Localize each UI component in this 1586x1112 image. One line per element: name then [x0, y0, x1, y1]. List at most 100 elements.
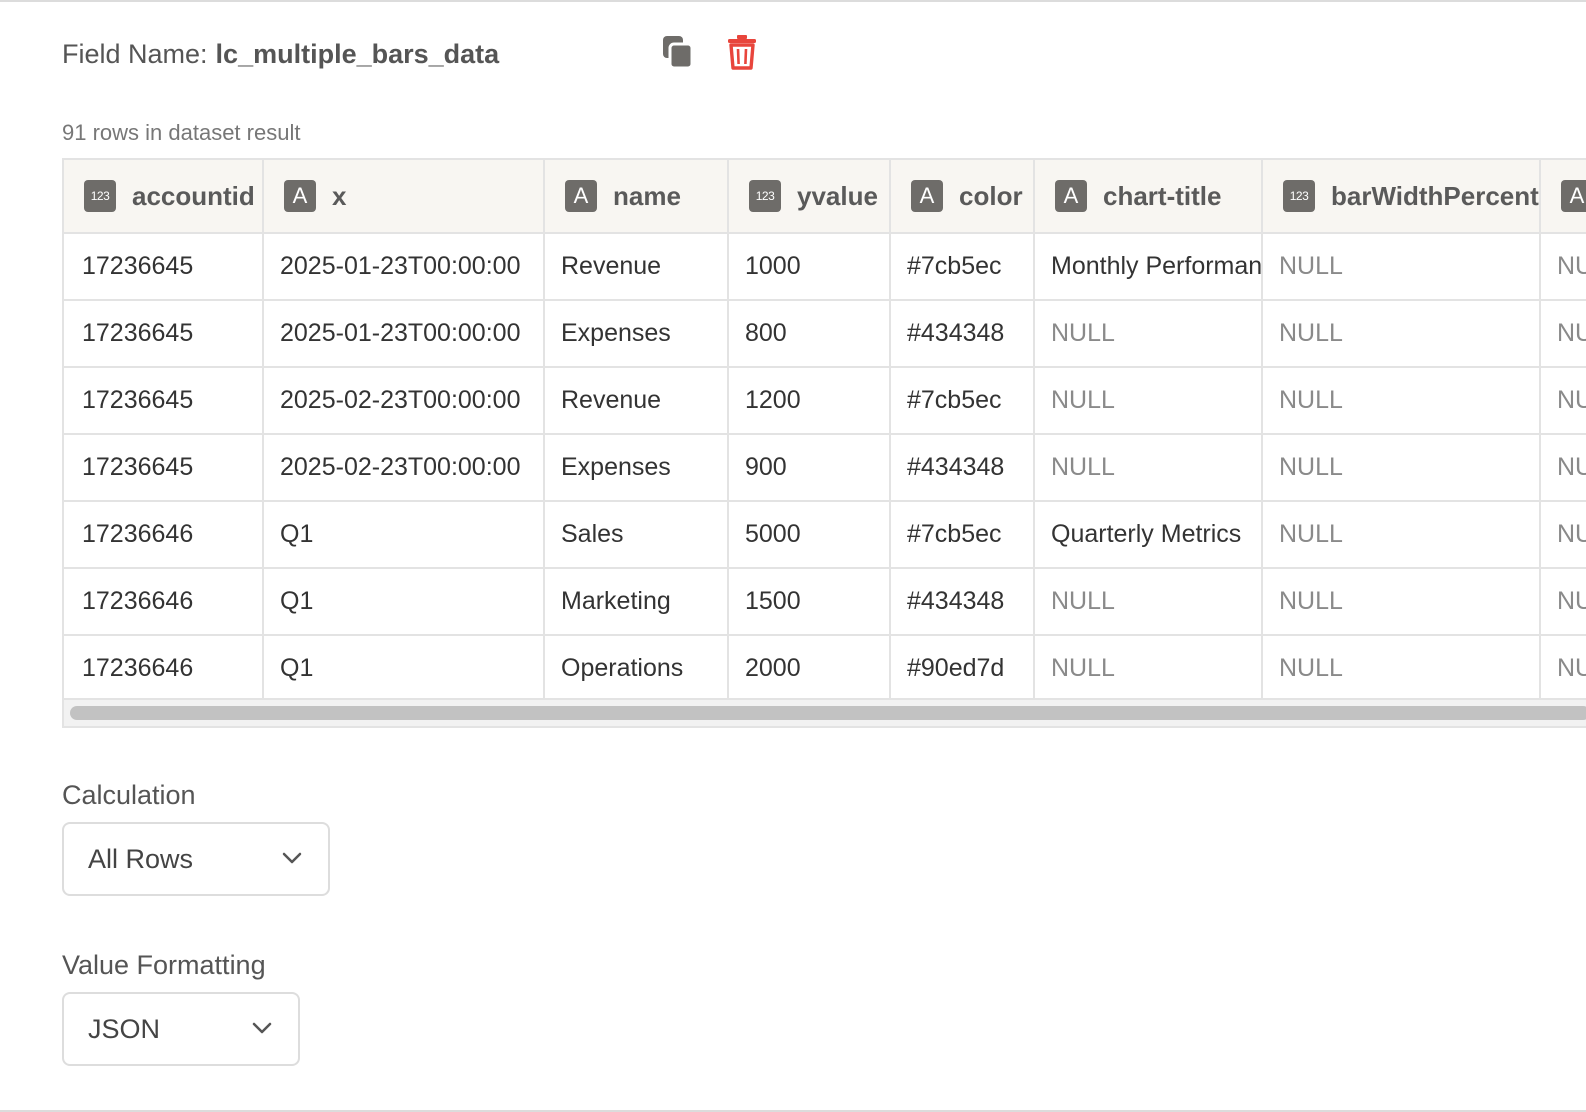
horizontal-scrollbar[interactable]	[64, 698, 1586, 726]
table-cell: Operations	[544, 635, 729, 703]
column-header-content: 123 yvalue	[749, 180, 888, 212]
delete-field-button[interactable]	[722, 32, 762, 72]
column-header-content: 123 accountid	[84, 180, 261, 212]
column-header[interactable]: Ax	[263, 158, 545, 234]
column-header-label: chart-title	[1103, 180, 1222, 211]
table-cell: 17236645	[64, 367, 264, 435]
table-cell: Marketing	[544, 568, 729, 636]
table-cell: #434348	[890, 434, 1035, 502]
table-cell: 1000	[728, 233, 891, 301]
table-body: 17236645 2025-01-23T00:00:00 Revenue 1000 #7…	[64, 233, 1586, 703]
table-cell: Monthly Performance	[1034, 233, 1263, 301]
column-header-label: barWidthPercent	[1331, 180, 1539, 211]
dataset-table-container[interactable]: 123 accountid Ax Aname 123 yvalue Acolor Achart…	[62, 158, 1586, 728]
table-cell: 5000	[728, 501, 891, 569]
table-cell: NULL	[1262, 233, 1541, 301]
column-header-label: name	[613, 180, 681, 211]
table-cell: Sales	[544, 501, 729, 569]
formatting-selected-value: JSON	[88, 1013, 161, 1044]
column-header-label: x	[332, 180, 347, 211]
table-cell: NULL	[1262, 568, 1541, 636]
column-header[interactable]: A	[1540, 158, 1586, 234]
table-cell: NULL	[1540, 501, 1586, 569]
table-header-row: 123 accountid Ax Aname 123 yvalue Acolor Achart…	[64, 158, 1586, 234]
table-cell: NULL	[1540, 367, 1586, 435]
column-header[interactable]: Acolor	[890, 158, 1035, 234]
table-row: 17236646 Q1 Sales 5000 #7cb5ec Quarterly Metr…	[64, 501, 1586, 569]
number-type-icon: 123	[84, 180, 116, 212]
table-cell: NULL	[1540, 568, 1586, 636]
number-type-icon: 123	[749, 180, 781, 212]
column-header[interactable]: 123 barWidthPercent	[1262, 158, 1541, 234]
table-cell: Revenue	[544, 367, 729, 435]
table-row: 17236645 2025-02-23T00:00:00 Expenses 900 #4…	[64, 434, 1586, 502]
table-cell: 17236645	[64, 233, 264, 301]
table-cell: NULL	[1540, 300, 1586, 368]
table-cell: NULL	[1034, 367, 1263, 435]
rows-count-text: 91 rows in dataset result	[62, 120, 301, 145]
table-cell: 1500	[728, 568, 891, 636]
field-name-label: Field Name:	[62, 38, 208, 69]
column-header-content: Achart-title	[1055, 180, 1260, 212]
text-type-icon: A	[1561, 180, 1586, 212]
trash-icon	[728, 35, 756, 70]
table-cell: Expenses	[544, 434, 729, 502]
table-header: 123 accountid Ax Aname 123 yvalue Acolor Achart…	[64, 158, 1586, 234]
table-cell: NULL	[1262, 300, 1541, 368]
table-cell: Expenses	[544, 300, 729, 368]
value-formatting-select[interactable]: JSON	[62, 992, 300, 1066]
field-editor-panel: Field Name: lc_multiple_bars_data 91 row…	[0, 0, 1586, 1112]
column-header[interactable]: Aname	[544, 158, 729, 234]
table-cell: Revenue	[544, 233, 729, 301]
number-type-icon: 123	[1283, 180, 1315, 212]
copy-field-button[interactable]	[658, 32, 698, 72]
table-cell: NULL	[1262, 367, 1541, 435]
column-header-label: accountid	[132, 180, 255, 211]
table-cell: NULL	[1262, 434, 1541, 502]
text-type-icon: A	[911, 180, 943, 212]
table-cell: 2025-02-23T00:00:00	[263, 434, 545, 502]
table-cell: #7cb5ec	[890, 367, 1035, 435]
table-cell: NULL	[1034, 635, 1263, 703]
table-row: 17236645 2025-01-23T00:00:00 Revenue 1000 #7…	[64, 233, 1586, 301]
column-header-content: Acolor	[911, 180, 1032, 212]
table-cell: 17236646	[64, 635, 264, 703]
text-type-icon: A	[565, 180, 597, 212]
column-header[interactable]: Achart-title	[1034, 158, 1263, 234]
chevron-down-icon	[282, 852, 302, 864]
table-cell: 2025-01-23T00:00:00	[263, 233, 545, 301]
table-cell: #7cb5ec	[890, 233, 1035, 301]
text-type-icon: A	[284, 180, 316, 212]
table-cell: 17236645	[64, 300, 264, 368]
table-row: 17236645 2025-01-23T00:00:00 Expenses 800 #4…	[64, 300, 1586, 368]
column-header-content: Ax	[284, 180, 542, 212]
dataset-table: 123 accountid Ax Aname 123 yvalue Acolor Achart…	[64, 158, 1586, 703]
table-cell: Q1	[263, 568, 545, 636]
table-cell: NULL	[1262, 635, 1541, 703]
table-cell: NULL	[1262, 501, 1541, 569]
table-cell: NULL	[1540, 233, 1586, 301]
column-header-content: 123 barWidthPercent	[1283, 180, 1539, 212]
field-name-value: lc_multiple_bars_data	[215, 38, 500, 69]
value-formatting-label: Value Formatting	[62, 950, 266, 980]
table-cell: 2025-01-23T00:00:00	[263, 300, 545, 368]
table-cell: NULL	[1034, 300, 1263, 368]
table-cell: Q1	[263, 501, 545, 569]
table-cell: #434348	[890, 300, 1035, 368]
calculation-selected-value: All Rows	[88, 843, 194, 874]
table-cell: 1200	[728, 367, 891, 435]
text-type-icon: A	[1055, 180, 1087, 212]
table-cell: Q1	[263, 635, 545, 703]
table-cell: Quarterly Metrics	[1034, 501, 1263, 569]
scrollbar-thumb[interactable]	[70, 706, 1586, 720]
table-cell: 2000	[728, 635, 891, 703]
calculation-select[interactable]: All Rows	[62, 822, 330, 896]
column-header[interactable]: 123 yvalue	[728, 158, 891, 234]
table-cell: NULL	[1034, 568, 1263, 636]
table-cell: 17236646	[64, 501, 264, 569]
field-header: Field Name: lc_multiple_bars_data	[62, 34, 499, 74]
table-cell: 17236645	[64, 434, 264, 502]
column-header[interactable]: 123 accountid	[64, 158, 264, 234]
table-row: 17236646 Q1 Operations 2000 #90ed7d NULL NULL N…	[64, 635, 1586, 703]
table-cell: 900	[728, 434, 891, 502]
